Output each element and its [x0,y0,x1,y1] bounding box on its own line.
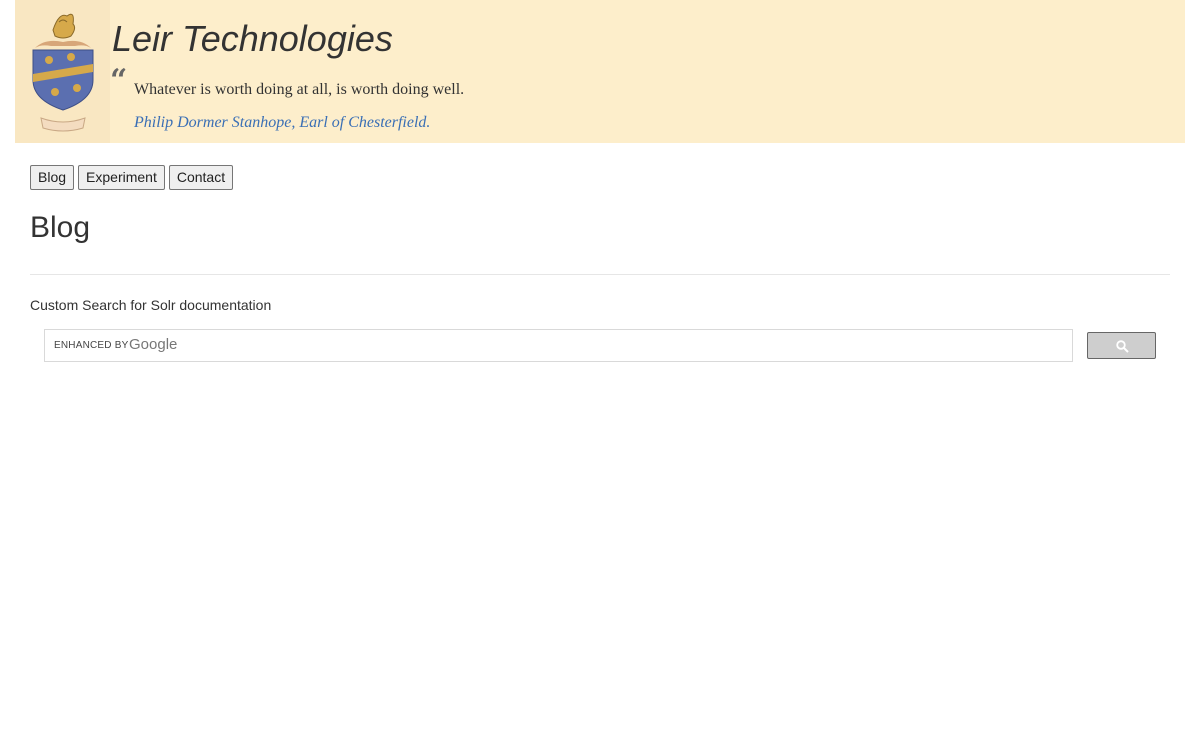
site-title: Leir Technologies [112,18,393,59]
search-icon [1116,340,1129,353]
search-box[interactable]: ENHANCED BY Google [44,329,1073,362]
google-logo-label: Google [129,336,178,353]
search-button[interactable] [1087,332,1156,359]
coat-of-arms-icon [15,0,110,143]
nav-button-contact[interactable]: Contact [168,165,234,190]
divider [30,274,1170,275]
main-nav: Blog Experiment Contact [30,165,234,190]
search-caption: Custom Search for Solr documentation [30,297,272,313]
quote-text: Whatever is worth doing at all, is worth… [134,81,465,98]
nav-button-experiment[interactable]: Experiment [78,165,165,190]
quote-author: Philip Dormer Stanhope, Earl of Chesterf… [134,114,431,131]
nav-button-blog[interactable]: Blog [30,165,75,190]
search-input[interactable] [185,334,1069,358]
page-title: Blog [30,211,91,244]
site-header: Leir Technologies “ Whatever is worth do… [15,0,1185,143]
quote-mark-icon: “ [110,63,128,98]
enhanced-by-label: ENHANCED BY [54,340,129,351]
